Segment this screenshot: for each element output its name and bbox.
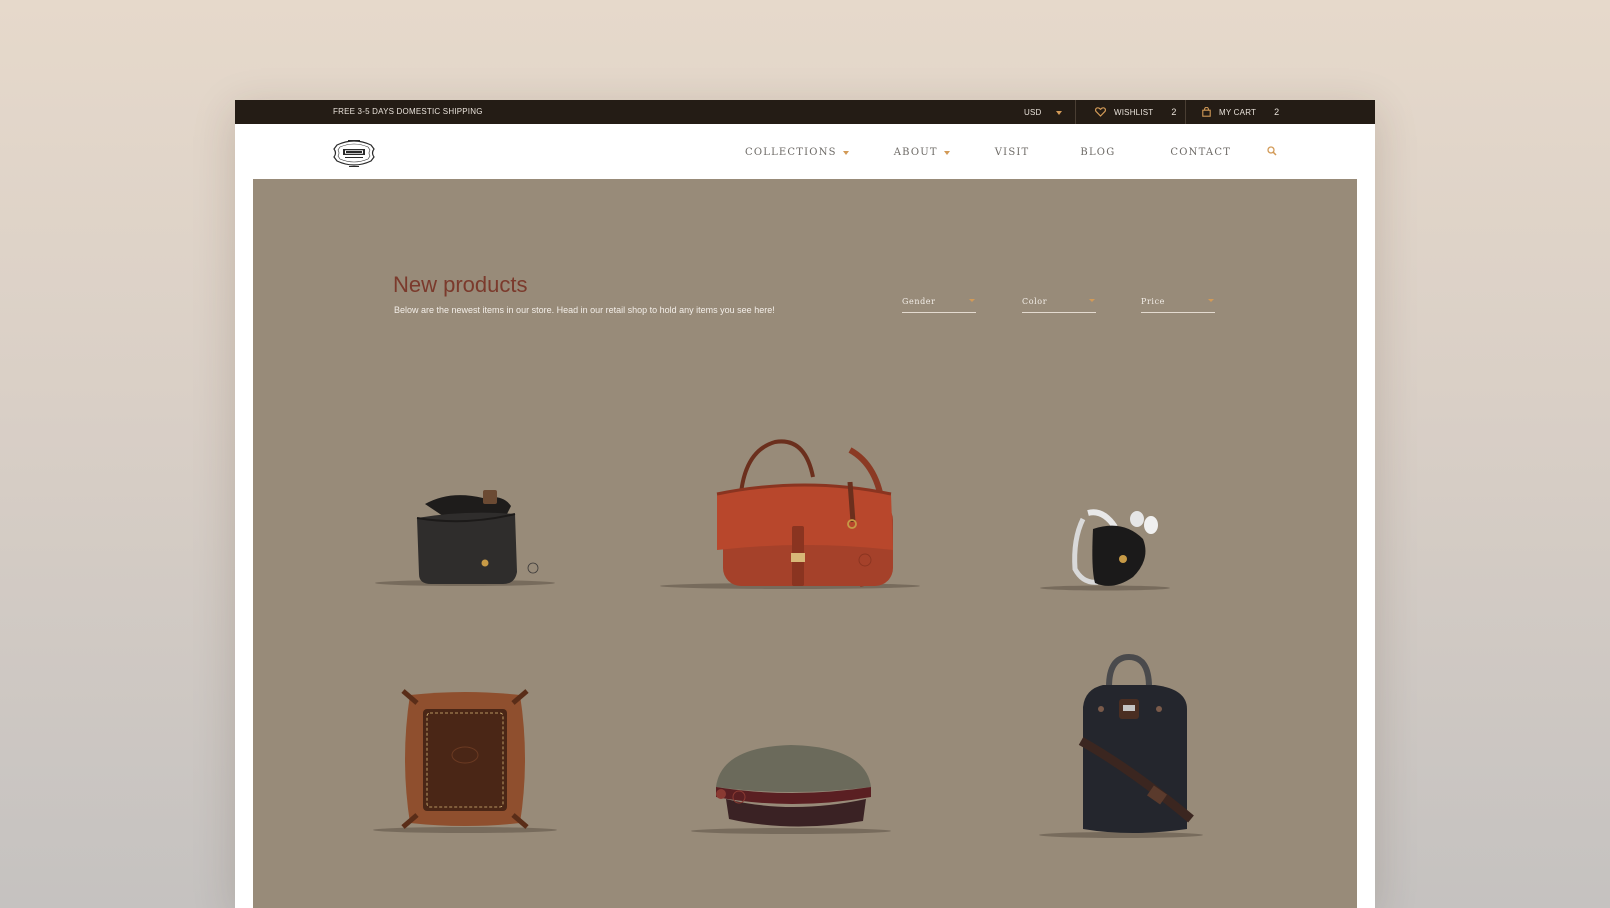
heart-icon (1095, 107, 1106, 117)
product-earbud-holder[interactable] (1033, 499, 1183, 599)
brand-logo[interactable] (331, 136, 377, 170)
chevron-down-icon (969, 299, 975, 302)
divider (1185, 100, 1186, 124)
divider (1075, 100, 1076, 124)
nav-item-collections[interactable]: COLLECTIONS (745, 147, 849, 158)
chevron-down-icon (842, 150, 849, 155)
primary-menu: COLLECTIONS ABOUT VISIT BLOG CONTACT (745, 147, 1276, 158)
shopping-bag-icon (1202, 107, 1211, 117)
cart-button[interactable]: MY CART 2 (1202, 107, 1279, 117)
shipping-notice: FREE 3-5 DAYS DOMESTIC SHIPPING (333, 107, 483, 116)
product-red-saddle-bag[interactable] (660, 439, 920, 589)
product-glasses-case[interactable] (365, 482, 565, 592)
browser-window: FREE 3-5 DAYS DOMESTIC SHIPPING USD WISH… (235, 100, 1375, 908)
new-products-section: New products Below are the newest items … (253, 179, 1357, 908)
wishlist-count: 2 (1171, 107, 1177, 117)
search-icon[interactable] (1267, 146, 1277, 156)
filter-label: Gender (902, 297, 936, 306)
nav-item-blog[interactable]: BLOG (1080, 147, 1115, 158)
currency-label: USD (1024, 108, 1042, 117)
product-canvas-backpack[interactable] (1031, 649, 1221, 844)
chevron-down-icon (943, 150, 950, 155)
nav-item-label: CONTACT (1170, 147, 1232, 158)
nav-item-contact[interactable]: CONTACT (1170, 147, 1231, 158)
product-leather-tray[interactable] (365, 689, 565, 839)
chevron-down-icon (1089, 299, 1095, 302)
filter-label: Price (1141, 297, 1165, 306)
chevron-down-icon (1055, 110, 1062, 115)
nav-item-about[interactable]: ABOUT (894, 147, 950, 158)
color-filter[interactable]: Color (1022, 297, 1096, 313)
cart-count: 2 (1274, 107, 1280, 117)
top-bar: FREE 3-5 DAYS DOMESTIC SHIPPING USD WISH… (235, 100, 1375, 124)
nav-item-label: ABOUT (893, 147, 938, 158)
nav-item-visit[interactable]: VISIT (995, 147, 1030, 158)
price-filter[interactable]: Price (1141, 297, 1215, 313)
nav-item-label: COLLECTIONS (745, 147, 837, 158)
chevron-down-icon (1208, 299, 1214, 302)
nav-item-label: VISIT (994, 147, 1030, 158)
filter-label: Color (1022, 297, 1048, 306)
page-subtitle: Below are the newest items in our store.… (394, 305, 775, 315)
currency-selector[interactable]: USD (1024, 108, 1062, 117)
nav-item-label: BLOG (1080, 147, 1116, 158)
wishlist-label: WISHLIST (1114, 107, 1154, 117)
wishlist-button[interactable]: WISHLIST 2 (1095, 107, 1177, 117)
product-canvas-cap[interactable] (681, 739, 901, 839)
main-nav: COLLECTIONS ABOUT VISIT BLOG CONTACT (235, 124, 1375, 179)
gender-filter[interactable]: Gender (902, 297, 976, 313)
page-title: New products (393, 272, 528, 297)
cart-label: MY CART (1219, 107, 1257, 117)
